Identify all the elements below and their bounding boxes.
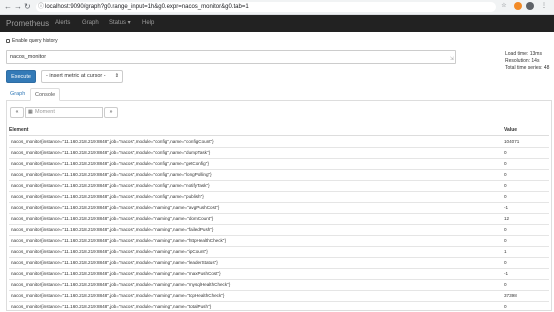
double-left-icon: « — [15, 109, 19, 115]
row-element: nacos_monitor{instance="11.160.218.219:8… — [11, 183, 210, 188]
moment-back-button[interactable]: « — [10, 107, 24, 118]
row-value: -1 — [504, 205, 509, 210]
metric-select[interactable]: - insert metric at cursor - ⇕ — [41, 70, 123, 83]
result-tabs: Graph Console — [6, 88, 552, 101]
expression-text: nacos_monitor — [10, 54, 47, 60]
row-value: 0 — [504, 183, 507, 188]
row-value: 0 — [504, 150, 507, 155]
account-icon[interactable] — [526, 2, 534, 10]
arrow-right-icon[interactable]: → — [14, 2, 22, 12]
expression-input[interactable]: nacos_monitor ⇲ — [6, 50, 456, 64]
history-label: Enable query history — [12, 38, 58, 44]
menu-icon[interactable]: ⋮ — [540, 2, 548, 10]
row-element: nacos_monitor{instance="11.160.218.219:8… — [11, 271, 221, 276]
resolution: Resolution: 14s — [505, 58, 540, 64]
row-element: nacos_monitor{instance="11.160.218.219:8… — [11, 293, 225, 298]
row-value: 0 — [504, 260, 507, 265]
row-element: nacos_monitor{instance="11.160.218.219:8… — [11, 205, 220, 210]
browser-toolbar: ← → ↻ ⓘ localhost:9090/graph?g0.range_in… — [0, 0, 554, 15]
brand[interactable]: Prometheus — [6, 18, 49, 29]
nav-graph[interactable]: Graph — [82, 19, 99, 28]
header-value: Value — [504, 127, 518, 133]
row-value: 0 — [504, 172, 507, 177]
row-value: 0 — [504, 161, 507, 166]
table-row: nacos_monitor{instance="11.160.218.219:8… — [9, 301, 549, 312]
row-value: 1 — [504, 249, 507, 254]
row-element: nacos_monitor{instance="11.160.218.219:8… — [11, 260, 218, 265]
load-time: Load time: 13ms — [505, 51, 542, 57]
row-element: nacos_monitor{instance="11.160.218.219:8… — [11, 249, 208, 254]
row-value: 0 — [504, 238, 507, 243]
row-value: 0 — [504, 194, 507, 199]
row-element: nacos_monitor{instance="11.160.218.219:8… — [11, 139, 214, 144]
table-header: Element Value — [9, 125, 549, 136]
header-element: Element — [9, 127, 29, 133]
extension-icon[interactable] — [514, 2, 522, 10]
row-value: 104071 — [504, 139, 520, 144]
tab-console[interactable]: Console — [30, 88, 61, 101]
nav-alerts[interactable]: Alerts — [55, 19, 70, 28]
url-text: localhost:9090/graph?g0.range_input=1h&g… — [45, 4, 249, 10]
query-history-toggle[interactable]: Enable query history — [6, 38, 58, 45]
row-element: nacos_monitor{instance="11.160.218.219:8… — [11, 304, 212, 309]
execute-button[interactable]: Execute — [6, 70, 36, 83]
metric-select-label: - insert metric at cursor - — [46, 73, 106, 79]
row-element: nacos_monitor{instance="11.160.218.219:8… — [11, 282, 231, 287]
row-value: 37398 — [504, 293, 517, 298]
navbar: Prometheus Alerts Graph Status ▾ Help — [0, 15, 554, 32]
row-element: nacos_monitor{instance="11.160.218.219:8… — [11, 194, 204, 199]
double-right-icon: » — [109, 109, 113, 115]
nav-help[interactable]: Help — [142, 19, 154, 28]
star-icon[interactable]: ☆ — [500, 2, 508, 10]
moment-forward-button[interactable]: » — [104, 107, 118, 118]
history-checkbox[interactable] — [6, 38, 10, 43]
row-value: -1 — [504, 271, 509, 276]
row-element: nacos_monitor{instance="11.160.218.219:8… — [11, 172, 212, 177]
row-value: 0 — [504, 227, 507, 232]
nav-status[interactable]: Status ▾ — [109, 19, 131, 28]
row-value: 0 — [504, 304, 507, 309]
reload-icon[interactable]: ↻ — [24, 2, 31, 12]
row-element: nacos_monitor{instance="11.160.218.219:8… — [11, 150, 211, 155]
row-element: nacos_monitor{instance="11.160.218.219:8… — [11, 161, 209, 166]
moment-placeholder: Moment — [35, 109, 55, 115]
select-caret-icon: ⇕ — [114, 73, 119, 79]
address-bar[interactable]: ⓘ localhost:9090/graph?g0.range_input=1h… — [36, 2, 496, 12]
total-series: Total time series: 48 — [505, 65, 550, 71]
row-element: nacos_monitor{instance="11.160.218.219:8… — [11, 216, 214, 221]
calendar-icon: ▦ — [28, 109, 33, 115]
row-value: 12 — [504, 216, 510, 221]
query-stats: Load time: 13ms Resolution: 14s Total ti… — [505, 51, 549, 72]
arrow-left-icon[interactable]: ← — [4, 2, 12, 12]
info-icon[interactable]: ⓘ — [38, 2, 44, 12]
moment-input[interactable]: ▦ Moment — [25, 107, 103, 118]
row-value: 0 — [504, 282, 507, 287]
row-element: nacos_monitor{instance="11.160.218.219:8… — [11, 227, 214, 232]
tab-graph[interactable]: Graph — [6, 88, 29, 100]
resize-grip-icon[interactable]: ⇲ — [450, 57, 454, 62]
row-element: nacos_monitor{instance="11.160.218.219:8… — [11, 238, 226, 243]
